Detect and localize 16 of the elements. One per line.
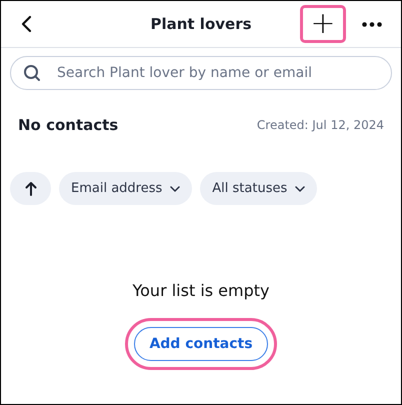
- empty-message: Your list is empty: [132, 281, 270, 300]
- page-title: Plant lovers: [150, 15, 252, 33]
- add-button[interactable]: +: [300, 5, 346, 43]
- add-contacts-button[interactable]: Add contacts: [134, 327, 268, 361]
- filter-dropdown[interactable]: All statuses: [200, 172, 318, 205]
- search-field[interactable]: Search Plant lover by name or email: [10, 56, 392, 90]
- more-icon[interactable]: [362, 22, 382, 27]
- filter-dropdown[interactable]: Email address: [59, 172, 192, 205]
- chevron-down-icon: [170, 186, 180, 192]
- contact-count: No contacts: [18, 116, 118, 134]
- back-icon[interactable]: [21, 15, 32, 33]
- chevron-down-icon: [295, 186, 306, 192]
- created-date: Created: Jul 12, 2024: [256, 118, 384, 132]
- arrow-up-icon: [24, 181, 36, 196]
- search-icon: [23, 64, 41, 82]
- sort-button[interactable]: [10, 172, 51, 205]
